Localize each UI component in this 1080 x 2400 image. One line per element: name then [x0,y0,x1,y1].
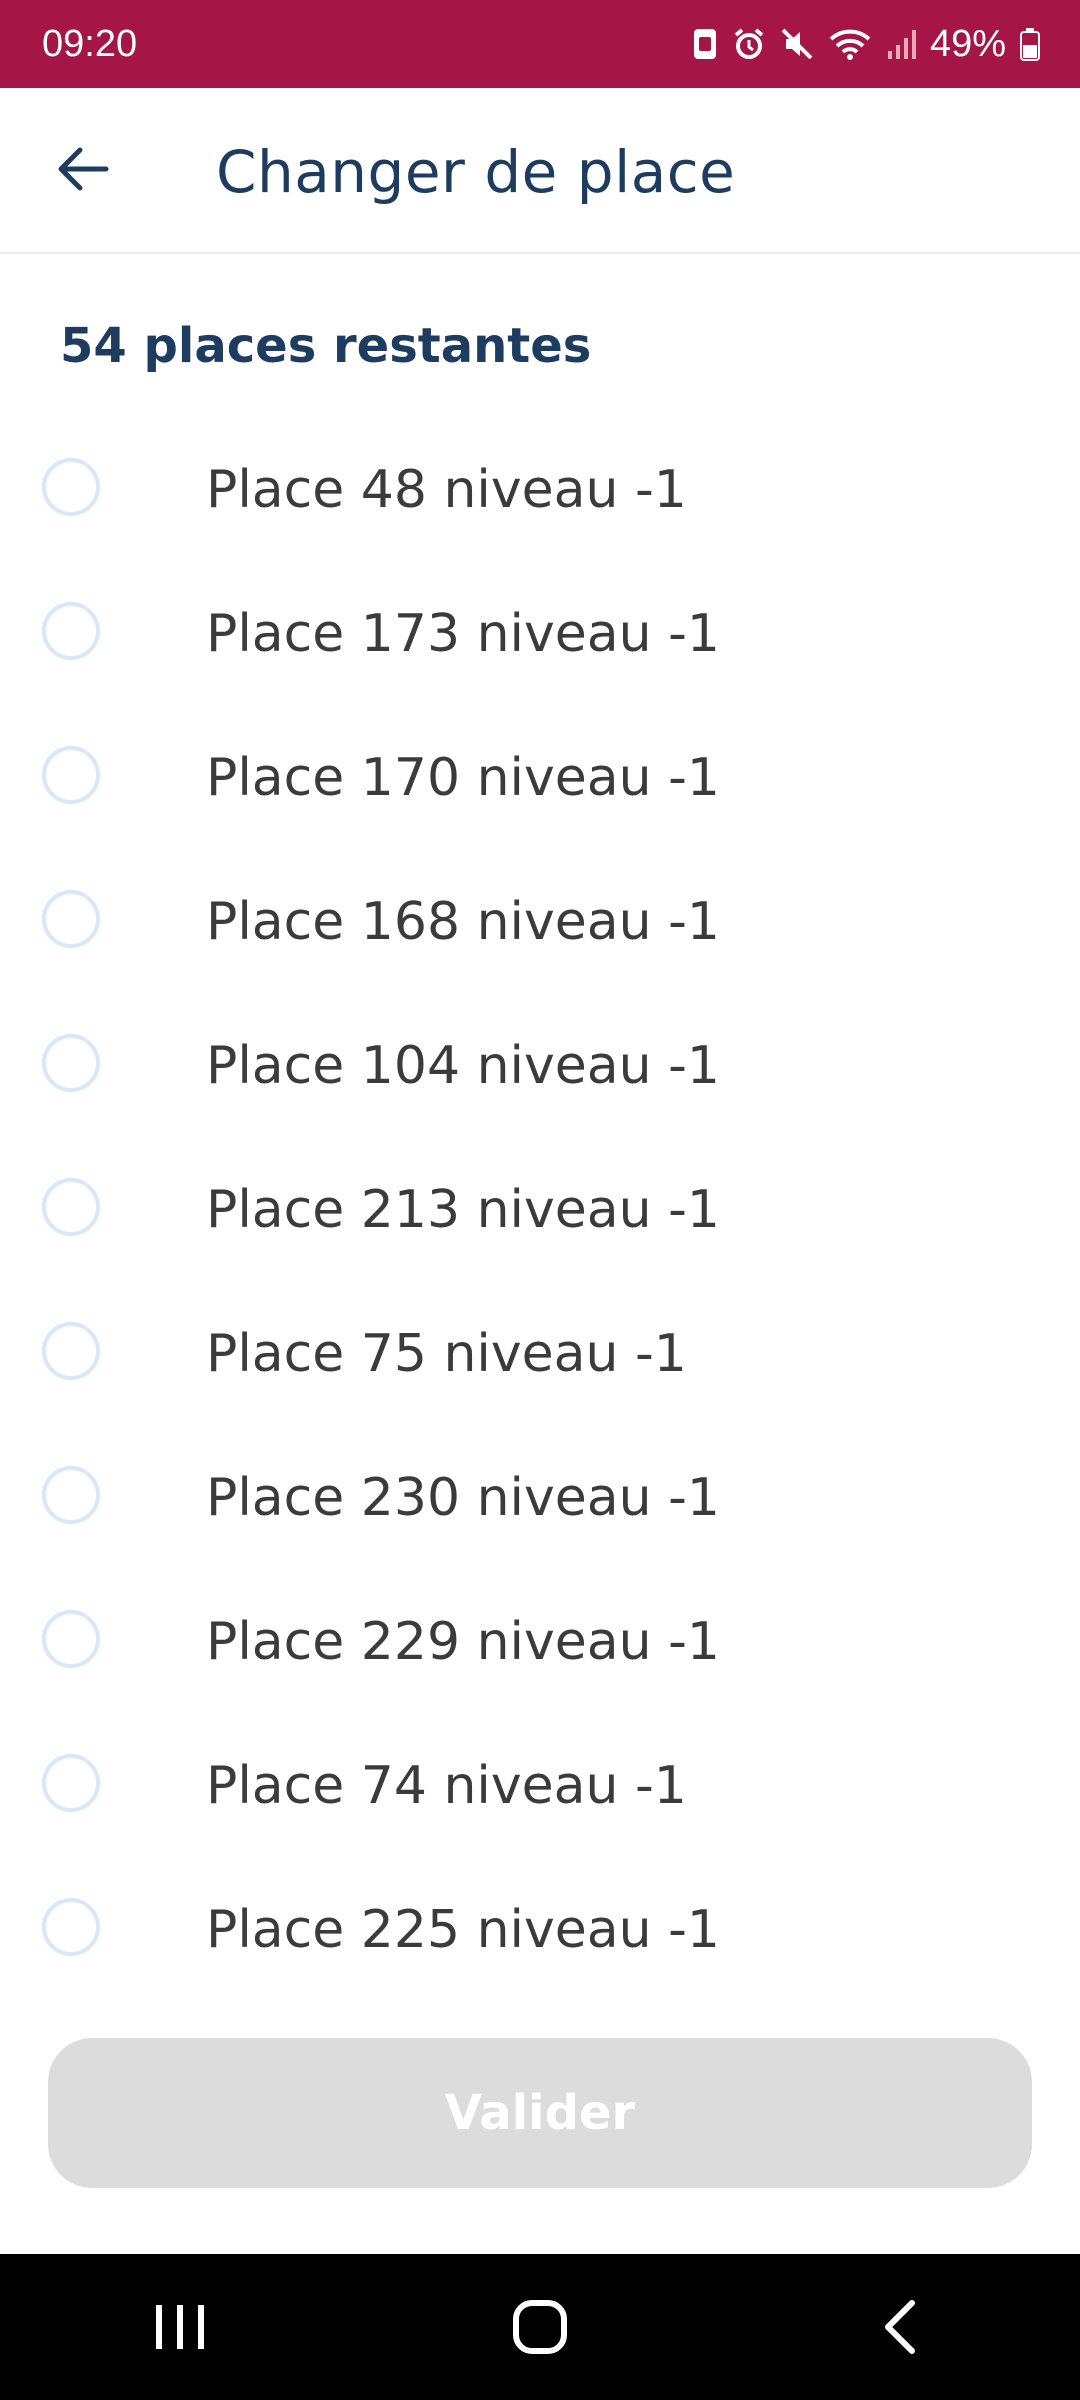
arrow-left-icon [58,147,109,191]
place-label: Place 225 niveau -1 [206,1900,720,1960]
battery-icon [1020,28,1040,61]
validate-button[interactable]: Valider [48,2038,1032,2188]
radio-button[interactable] [42,746,100,804]
status-time: 09:20 [42,22,138,65]
page-title: Changer de place [216,138,736,206]
place-label: Place 213 niveau -1 [206,1180,720,1240]
sim-icon [693,29,716,59]
back-button[interactable] [40,126,126,212]
place-label: Place 104 niveau -1 [206,1036,720,1096]
radio-button[interactable] [42,1898,100,1956]
back-nav-button[interactable] [830,2267,970,2387]
place-label: Place 48 niveau -1 [206,460,687,520]
radio-button[interactable] [42,890,100,948]
list-item[interactable]: Place 173 niveau -1 [0,564,1080,708]
place-label: Place 75 niveau -1 [206,1324,687,1384]
list-item[interactable]: Place 229 niveau -1 [0,1572,1080,1716]
status-bar: 09:20 49% [0,0,1080,88]
recent-apps-icon [156,2305,204,2349]
radio-button[interactable] [42,1754,100,1812]
list-item[interactable]: Place 74 niveau -1 [0,1716,1080,1860]
list-item[interactable]: Place 168 niveau -1 [0,852,1080,996]
radio-button[interactable] [42,458,100,516]
place-label: Place 229 niveau -1 [206,1612,720,1672]
home-button[interactable] [470,2267,610,2387]
home-icon [513,2300,567,2354]
list-item[interactable]: Place 170 niveau -1 [0,708,1080,852]
battery-percent: 49% [929,22,1006,65]
radio-button[interactable] [42,1178,100,1236]
radio-button[interactable] [42,1610,100,1668]
remaining-places-heading: 54 places restantes [60,318,592,374]
recent-apps-button[interactable] [110,2267,250,2387]
list-item[interactable]: Place 48 niveau -1 [0,420,1080,564]
list-item[interactable]: Place 75 niveau -1 [0,1284,1080,1428]
place-label: Place 230 niveau -1 [206,1468,720,1528]
radio-button[interactable] [42,1034,100,1092]
place-label: Place 173 niveau -1 [206,604,720,664]
signal-icon [887,30,916,59]
mute-icon [781,28,813,60]
list-item[interactable]: Place 104 niveau -1 [0,996,1080,1140]
place-label: Place 74 niveau -1 [206,1756,687,1816]
place-label: Place 168 niveau -1 [206,892,720,952]
place-label: Place 170 niveau -1 [206,748,720,808]
radio-button[interactable] [42,1322,100,1380]
wifi-icon [829,29,871,60]
bottom-panel: Valider [0,1976,1080,2254]
list-item[interactable]: Place 213 niveau -1 [0,1140,1080,1284]
status-icons: 49% [692,23,1040,66]
place-list: Place 48 niveau -1 Place 173 niveau -1 P… [0,420,1080,2004]
radio-button[interactable] [42,1466,100,1524]
alarm-icon [734,28,764,59]
navigation-bar [0,2254,1080,2400]
chevron-left-icon [885,2300,915,2354]
radio-button[interactable] [42,602,100,660]
list-item[interactable]: Place 230 niveau -1 [0,1428,1080,1572]
app-bar: Changer de place [0,88,1080,254]
